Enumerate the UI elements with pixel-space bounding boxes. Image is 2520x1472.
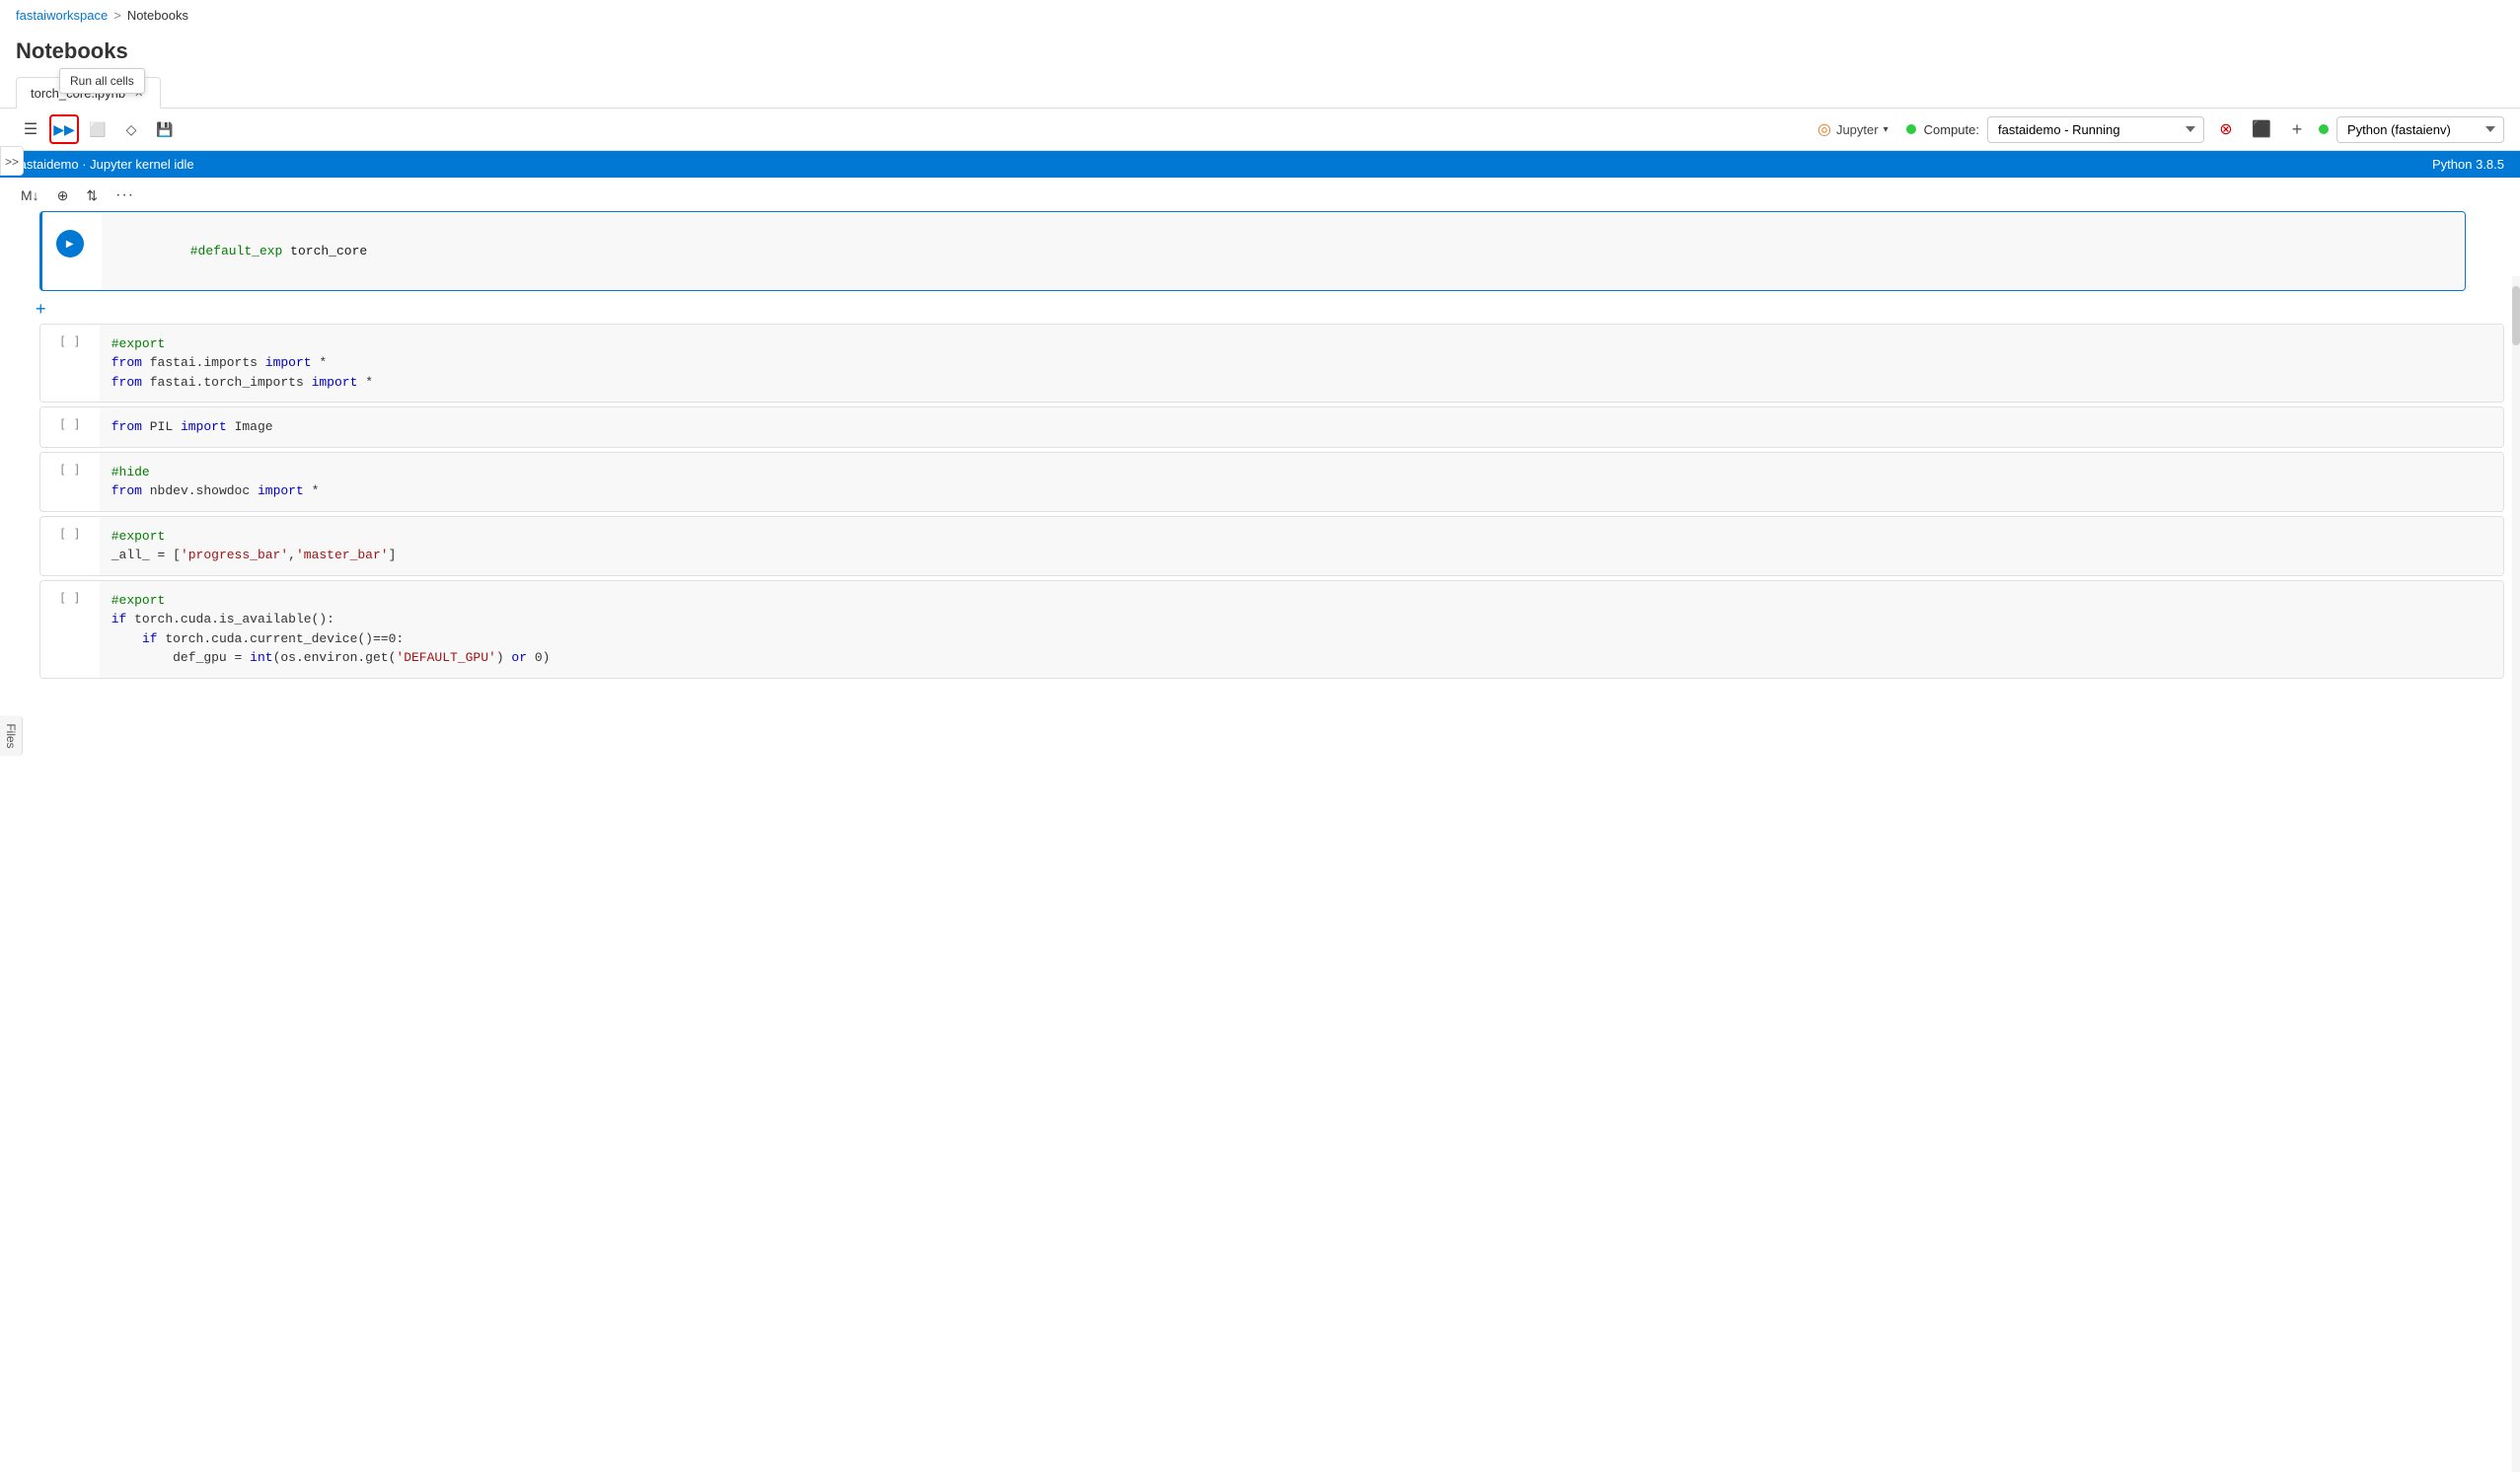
comment-span: #default_exp [190, 244, 283, 258]
toolbar-right: ◎ Jupyter ▾ Compute: fastaidemo - Runnin… [1808, 114, 2504, 144]
scrollbar-thumb[interactable] [2512, 286, 2520, 345]
cell-code-2[interactable]: #export from fastai.imports import * fro… [100, 325, 2503, 403]
cell-4[interactable]: [ ] #hide from nbdev.showdoc import * [39, 452, 2504, 512]
cell-1[interactable]: ▶ #default_exp torch_core [39, 211, 2466, 291]
compute-section: Compute: fastaidemo - Running [1906, 116, 2204, 143]
cell-toolbar: M↓ ⊕ ⇅ ··· [0, 178, 2520, 211]
cell-code-5[interactable]: #export _all_ = ['progress_bar','master_… [100, 517, 2503, 575]
cell-gutter-4: [ ] [40, 453, 100, 511]
move-cell-icon: ⇅ [86, 187, 98, 203]
plus-icon: + [2292, 119, 2303, 140]
cell-3[interactable]: [ ] from PIL import Image [39, 406, 2504, 448]
stop-button[interactable]: ⬜ [83, 114, 112, 144]
cell-wrapper-4: ⠿ [ ] #hide from nbdev.showdoc import * [16, 452, 2504, 512]
terminal-button[interactable]: ⬛ [2248, 115, 2275, 143]
cell-gutter-5: [ ] [40, 517, 100, 575]
cell-gutter-1: ▶ [42, 212, 102, 290]
add-cell-above-button[interactable]: ⊕ [52, 184, 74, 207]
add-button[interactable]: + [2283, 115, 2311, 143]
files-panel-label[interactable]: Files [0, 715, 23, 756]
cell-wrapper-1: ⠿ ▶ #default_exp torch_core 🗑 [16, 211, 2504, 291]
cell-wrapper-6: ⠿ [ ] #export if torch.cuda.is_available… [16, 580, 2504, 679]
markdown-icon: M↓ [21, 187, 39, 203]
save-icon: 💾 [156, 121, 173, 138]
more-options-button[interactable]: ··· [111, 184, 139, 207]
breadcrumb-current: Notebooks [127, 8, 188, 23]
add-cell-above-icon: ⊕ [57, 187, 69, 203]
status-left: fastaidemo · Jupyter kernel idle [16, 157, 194, 172]
kernel-status-dot [2319, 124, 2329, 134]
breadcrumb: fastaiworkspace > Notebooks [0, 0, 2520, 31]
compute-status-dot [1906, 124, 1916, 134]
cell-wrapper-5: ⠿ [ ] #export _all_ = ['progress_bar','m… [16, 516, 2504, 576]
status-right: Python 3.8.5 [2432, 157, 2504, 172]
cell-code-3[interactable]: from PIL import Image [100, 407, 2503, 447]
cell-code-4[interactable]: #hide from nbdev.showdoc import * [100, 453, 2503, 511]
chevron-right-icon: >> [5, 155, 19, 169]
page-title: Notebooks [0, 31, 2520, 76]
save-button[interactable]: 💾 [150, 114, 180, 144]
more-icon: ··· [115, 186, 134, 203]
add-cell-icon: + [36, 299, 46, 320]
cell-code-6[interactable]: #export if torch.cuda.is_available(): if… [100, 581, 2503, 678]
run-all-button[interactable]: ▶▶ [49, 114, 79, 144]
run-all-tooltip: Run all cells [59, 68, 145, 94]
expand-nav-button[interactable]: >> [0, 146, 24, 176]
tabs-bar: Run all cells torch_core.ipynb ✕ [0, 76, 2520, 109]
stop-compute-icon: ⊗ [2219, 119, 2232, 139]
files-label-text: Files [4, 723, 18, 748]
run-cell-button-1[interactable]: ▶ [56, 230, 84, 258]
cell-gutter-3: [ ] [40, 407, 100, 447]
status-bar: fastaidemo · Jupyter kernel idle Python … [0, 151, 2520, 178]
compute-label: Compute: [1924, 122, 1979, 137]
markdown-button[interactable]: M↓ [16, 184, 44, 206]
scrollbar-track [2512, 276, 2520, 1472]
move-cell-button[interactable]: ⇅ [81, 184, 103, 207]
hamburger-icon: ☰ [24, 119, 37, 139]
breadcrumb-separator: > [113, 8, 121, 23]
jupyter-chevron-icon: ▾ [1884, 124, 1889, 135]
compute-selector[interactable]: fastaidemo - Running [1987, 116, 2204, 143]
breadcrumb-workspace[interactable]: fastaiworkspace [16, 8, 108, 23]
cell-2[interactable]: [ ] #export from fastai.imports import *… [39, 324, 2504, 404]
cell-gutter-2: [ ] [40, 325, 100, 403]
clear-icon: ◇ [126, 121, 137, 138]
kernel-selector[interactable]: Python (fastaienv) [2336, 116, 2504, 143]
jupyter-icon: ◎ [1817, 119, 1831, 139]
add-cell-row-1[interactable]: + [16, 295, 2504, 324]
cell-code-1[interactable]: #default_exp torch_core [102, 212, 2465, 290]
terminal-icon: ⬛ [2252, 119, 2271, 139]
hamburger-menu-button[interactable]: ☰ [16, 114, 45, 144]
cell-6[interactable]: [ ] #export if torch.cuda.is_available()… [39, 580, 2504, 679]
clear-button[interactable]: ◇ [116, 114, 146, 144]
cell-wrapper-3: ⠿ [ ] from PIL import Image [16, 406, 2504, 448]
jupyter-button[interactable]: ◎ Jupyter ▾ [1808, 114, 1898, 144]
run-all-icon: ▶▶ [53, 121, 75, 138]
cell-gutter-6: [ ] [40, 581, 100, 678]
jupyter-label: Jupyter [1836, 122, 1879, 137]
cell-5[interactable]: [ ] #export _all_ = ['progress_bar','mas… [39, 516, 2504, 576]
stop-compute-button[interactable]: ⊗ [2212, 115, 2240, 143]
stop-icon: ⬜ [89, 121, 106, 138]
code-span: torch_core [282, 244, 367, 258]
notebook-content: ⠿ ▶ #default_exp torch_core 🗑 + ⠿ [ ] #e… [0, 211, 2520, 1407]
toolbar: ☰ ▶▶ ⬜ ◇ 💾 ◎ Jupyter ▾ Compute: fasta [0, 109, 2520, 151]
cell-wrapper-2: ⠿ [ ] #export from fastai.imports import… [16, 324, 2504, 404]
